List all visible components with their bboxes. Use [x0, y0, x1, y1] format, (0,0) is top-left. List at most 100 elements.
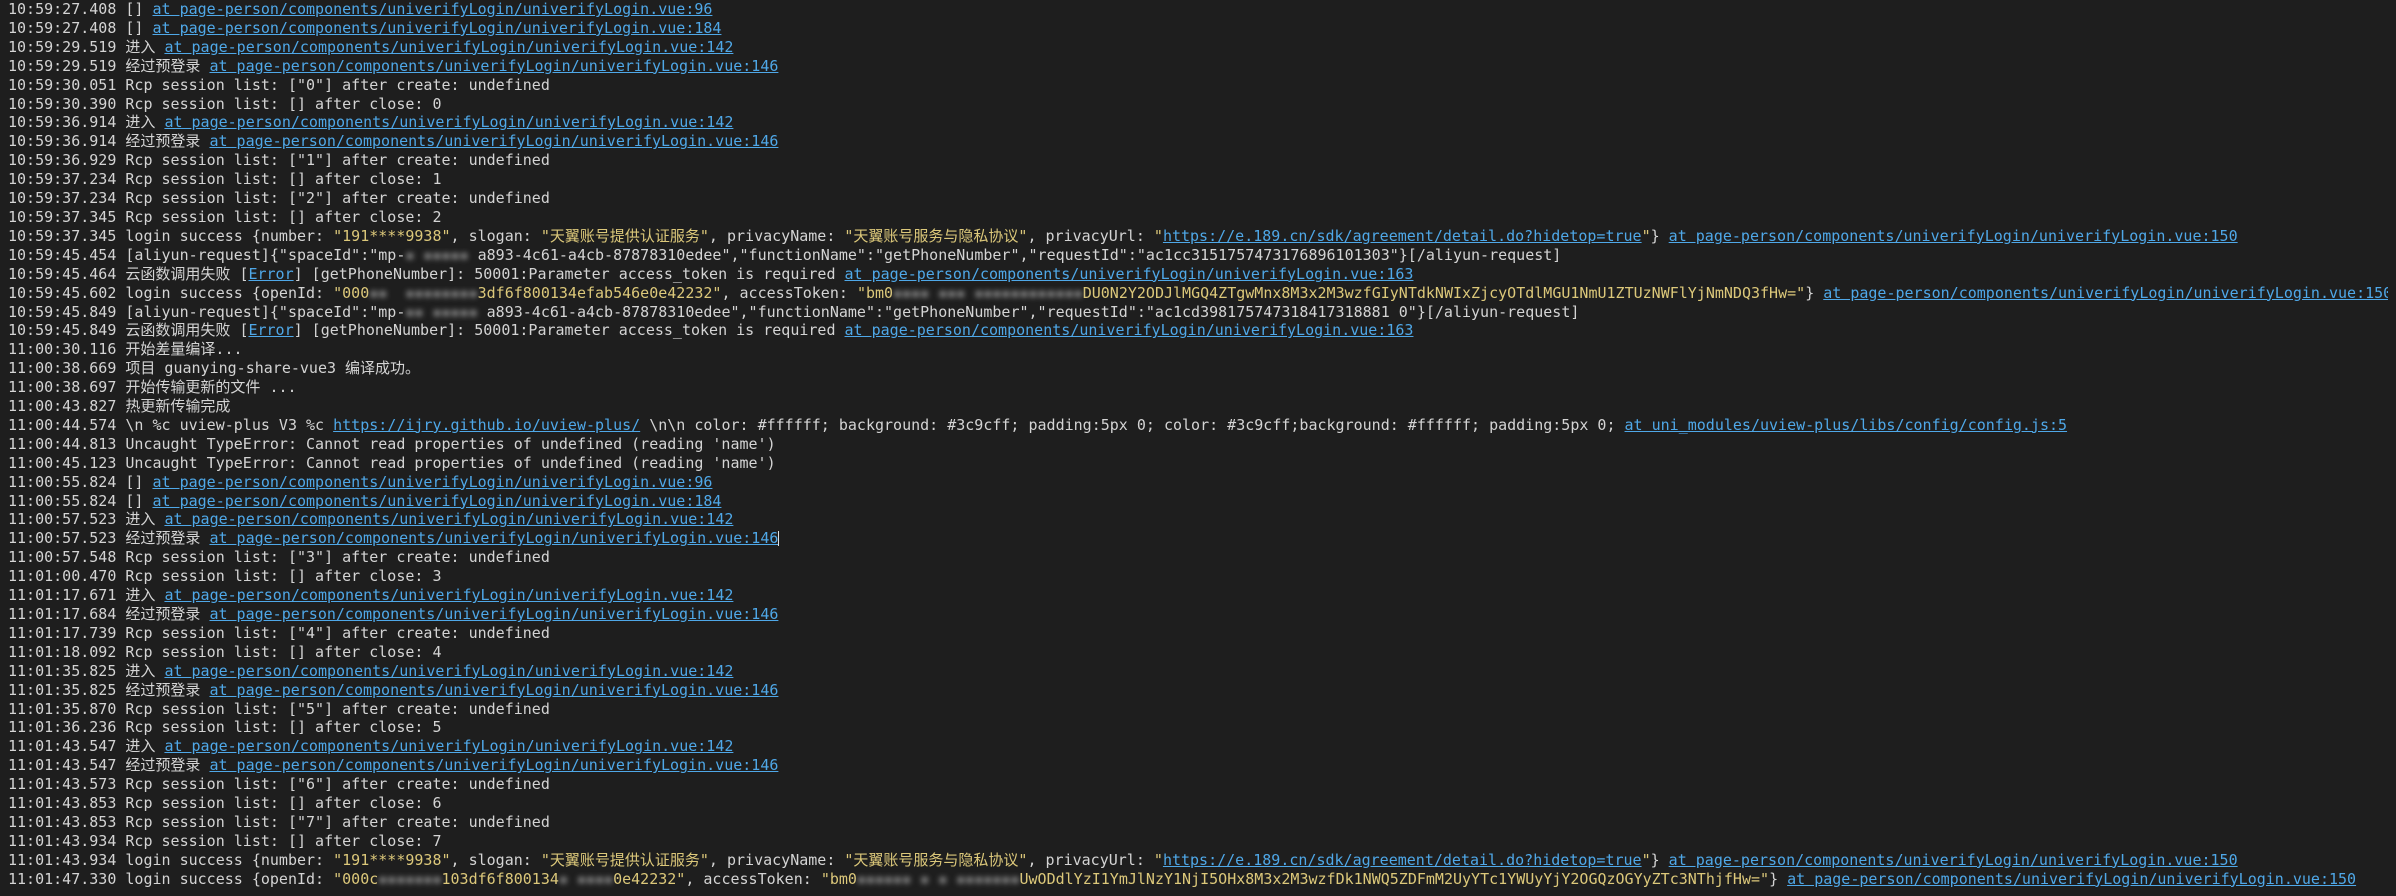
log-timestamp: 11:01:43.547	[8, 737, 117, 756]
string-value: DU0N2Y2ODJlMGQ4ZTgwMnx8M3x2M3wzfGIyNTdkN…	[1082, 283, 1806, 302]
log-text: Rcp session list: [] after close: 5	[125, 718, 442, 737]
log-text: , slogan:	[450, 226, 541, 245]
console-line: 11:00:30.116 开始差量编译...	[8, 340, 2388, 359]
log-text: Uncaught TypeError: Cannot read properti…	[125, 434, 776, 453]
console-line: 10:59:36.914 进入 at page-person/component…	[8, 113, 2388, 132]
log-text: [aliyun-request]{"spaceId":"mp-	[125, 302, 406, 321]
log-text: , privacyUrl:	[1027, 850, 1154, 869]
console-line: 11:00:43.827 热更新传输完成	[8, 397, 2388, 416]
source-link[interactable]: at page-person/components/univerifyLogin…	[153, 19, 722, 37]
source-link[interactable]: at page-person/components/univerifyLogin…	[1669, 851, 2238, 869]
source-link[interactable]: at page-person/components/univerifyLogin…	[153, 492, 722, 510]
string-value: "191****9938"	[333, 850, 451, 869]
source-link[interactable]: https://e.189.cn/sdk/agreement/detail.do…	[1163, 851, 1642, 869]
console-line: 11:01:00.470 Rcp session list: [] after …	[8, 567, 2388, 586]
console-line: 11:01:18.092 Rcp session list: [] after …	[8, 643, 2388, 662]
log-timestamp: 11:01:43.853	[8, 812, 117, 831]
log-text: []	[125, 18, 153, 37]
log-text: Rcp session list: [] after close: 7	[125, 831, 442, 850]
source-link[interactable]: at page-person/components/univerifyLogin…	[209, 681, 778, 699]
log-text: Uncaught TypeError: Cannot read properti…	[125, 453, 776, 472]
string-value: "	[1153, 226, 1163, 245]
log-text: 进入	[125, 661, 165, 680]
source-link[interactable]: at page-person/components/univerifyLogin…	[1787, 870, 2356, 888]
log-text: []	[125, 0, 153, 18]
string-value: "000c	[333, 869, 379, 888]
log-timestamp: 11:01:43.573	[8, 775, 117, 794]
log-timestamp: 11:00:30.116	[8, 340, 117, 359]
log-text: Rcp session list: ["5"] after create: un…	[125, 699, 550, 718]
source-link[interactable]: at page-person/components/univerifyLogin…	[209, 756, 778, 774]
source-link[interactable]: at page-person/components/univerifyLogin…	[164, 662, 733, 680]
console-line: 11:01:35.870 Rcp session list: ["5"] aft…	[8, 700, 2388, 719]
source-link[interactable]: at page-person/components/univerifyLogin…	[153, 0, 713, 18]
source-link[interactable]: at page-person/components/univerifyLogin…	[164, 38, 733, 56]
log-text: 经过预登录	[125, 132, 210, 151]
source-link[interactable]: at page-person/components/univerifyLogin…	[153, 473, 713, 491]
source-link[interactable]: at uni_modules/uview-plus/libs/config/co…	[1625, 416, 2068, 434]
log-text: Rcp session list: ["7"] after create: un…	[125, 812, 550, 831]
log-text: 经过预登录	[125, 56, 210, 75]
log-timestamp: 11:00:44.574	[8, 415, 117, 434]
source-link[interactable]: Error	[248, 265, 293, 283]
source-link[interactable]: https://e.189.cn/sdk/agreement/detail.do…	[1163, 227, 1642, 245]
console-line: 10:59:37.345 login success {number: "191…	[8, 227, 2388, 246]
log-text: , privacyUrl:	[1027, 226, 1154, 245]
log-text: Rcp session list: ["1"] after create: un…	[125, 151, 550, 170]
source-link[interactable]: at page-person/components/univerifyLogin…	[845, 265, 1414, 283]
log-timestamp: 11:01:35.825	[8, 661, 117, 680]
console-line: 10:59:45.849 云函数调用失败 [Error] [getPhoneNu…	[8, 321, 2388, 340]
log-text: ] [getPhoneNumber]: 50001:Parameter acce…	[293, 321, 845, 340]
log-timestamp: 10:59:30.390	[8, 94, 117, 113]
console-line: 10:59:27.408 [] at page-person/component…	[8, 0, 2388, 19]
console-line: 10:59:36.929 Rcp session list: ["1"] aft…	[8, 151, 2388, 170]
log-timestamp: 11:01:17.684	[8, 605, 117, 623]
log-text: login success {openId:	[125, 283, 334, 302]
string-value: "bm0	[820, 869, 857, 888]
log-timestamp: 10:59:37.345	[8, 207, 117, 226]
console-line: 10:59:30.051 Rcp session list: ["0"] aft…	[8, 76, 2388, 95]
log-timestamp: 11:01:00.470	[8, 567, 117, 586]
text-cursor	[778, 531, 780, 547]
source-link[interactable]: at page-person/components/univerifyLogin…	[209, 132, 778, 150]
log-timestamp: 10:59:45.454	[8, 245, 117, 264]
source-link[interactable]: at page-person/components/univerifyLogin…	[1669, 227, 2238, 245]
string-value: "191****9938"	[333, 226, 451, 245]
log-text: 云函数调用失败 [	[125, 321, 249, 340]
log-text: }	[1769, 869, 1788, 888]
source-link[interactable]: at page-person/components/univerifyLogin…	[209, 605, 778, 623]
console-line: 11:01:17.671 进入 at page-person/component…	[8, 586, 2388, 605]
console-line: 11:01:43.853 Rcp session list: [] after …	[8, 794, 2388, 813]
log-text: [aliyun-request]{"spaceId":"mp-	[125, 245, 406, 264]
source-link[interactable]: at page-person/components/univerifyLogin…	[164, 113, 733, 131]
source-link[interactable]: at page-person/components/univerifyLogin…	[209, 57, 778, 75]
source-link[interactable]: at page-person/components/univerifyLogin…	[845, 321, 1414, 339]
string-value: "天翼账号提供认证服务"	[540, 226, 709, 245]
source-link[interactable]: at page-person/components/univerifyLogin…	[164, 510, 733, 528]
log-text: , slogan:	[450, 850, 541, 869]
source-link[interactable]: at page-person/components/univerifyLogin…	[164, 586, 733, 604]
log-text: a893-4c61-a4cb-87878310edee","functionNa…	[477, 302, 1580, 321]
console-line: 10:59:36.914 经过预登录 at page-person/compon…	[8, 132, 2388, 151]
redacted-text: ▪▪▪▪ ▪▪▪ ▪▪▪▪▪▪▪▪▪▪▪▪	[893, 283, 1083, 302]
log-timestamp: 11:01:47.330	[8, 869, 117, 888]
console-line: 11:00:55.824 [] at page-person/component…	[8, 473, 2388, 492]
log-text: 经过预登录	[125, 529, 210, 548]
log-text: Rcp session list: [] after close: 1	[125, 170, 442, 189]
string-value: "天翼账号服务与隐私协议"	[844, 226, 1028, 245]
console-line: 11:01:43.547 经过预登录 at page-person/compon…	[8, 756, 2388, 775]
log-timestamp: 11:01:43.853	[8, 794, 117, 813]
source-link[interactable]: Error	[248, 321, 293, 339]
log-timestamp: 10:59:27.408	[8, 18, 117, 37]
source-link[interactable]: at page-person/components/univerifyLogin…	[209, 529, 778, 547]
source-link[interactable]: https://ijry.github.io/uview-plus/	[333, 416, 640, 434]
log-text: 进入	[125, 586, 165, 605]
log-text: }	[1805, 283, 1824, 302]
source-link[interactable]: at page-person/components/univerifyLogin…	[164, 737, 733, 755]
string-value: "	[1641, 850, 1651, 869]
log-timestamp: 10:59:36.929	[8, 151, 117, 170]
log-text: 进入	[125, 37, 165, 56]
console-line: 10:59:37.345 Rcp session list: [] after …	[8, 208, 2388, 227]
string-value: 3df6f800134efab546e0e42232"	[477, 283, 722, 302]
source-link[interactable]: at page-person/components/univerifyLogin…	[1823, 284, 2388, 302]
